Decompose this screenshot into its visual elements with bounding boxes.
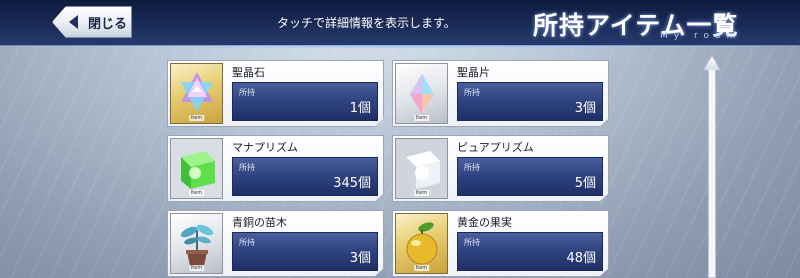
item-tag: Item — [413, 115, 430, 121]
header-bar: 閉じる タッチで詳細情報を表示します。 所持アイテム一覧 My room — [0, 0, 800, 48]
background-decoration — [720, 60, 800, 278]
quantity-value: 48個 — [566, 251, 596, 266]
close-button[interactable]: 閉じる — [52, 6, 132, 38]
quantity-bar: 所持 3個 — [232, 232, 378, 271]
mana-prism-icon: Item — [170, 138, 223, 199]
item-tag: Item — [413, 190, 430, 196]
saint-quartz-icon: Item — [170, 63, 223, 124]
quantity-bar: 所持 5個 — [457, 157, 603, 196]
item-name: 聖晶片 — [457, 66, 490, 79]
item-card-mana-prism[interactable]: Item マナプリズム 所持 345個 — [167, 135, 384, 202]
quantity-bar: 所持 1個 — [232, 82, 378, 121]
item-card-saint-quartz[interactable]: Item 聖晶石 所持 1個 — [167, 60, 384, 127]
touch-hint: タッチで詳細情報を表示します。 — [277, 16, 456, 30]
item-tag: Item — [413, 265, 430, 271]
item-name: ピュアプリズム — [457, 141, 534, 154]
item-tag: Item — [188, 115, 205, 121]
item-tag: Item — [188, 190, 205, 196]
quantity-label: 所持 — [239, 238, 255, 247]
quantity-bar: 所持 3個 — [457, 82, 603, 121]
item-card-bronze-sapling[interactable]: Item 青銅の苗木 所持 3個 — [167, 210, 384, 277]
quantity-value: 3個 — [574, 101, 596, 116]
item-tag: Item — [188, 265, 205, 271]
bronze-sapling-icon: Item — [170, 213, 223, 274]
item-name: マナプリズム — [232, 141, 298, 154]
golden-fruit-icon: Item — [395, 213, 448, 274]
quantity-label: 所持 — [239, 163, 255, 172]
quantity-value: 3個 — [349, 251, 371, 266]
item-card-pure-prism[interactable]: Item ピュアプリズム 所持 5個 — [392, 135, 609, 202]
quantity-label: 所持 — [239, 88, 255, 97]
item-name: 聖晶石 — [232, 66, 265, 79]
scrollbar-track[interactable] — [708, 60, 716, 278]
quantity-bar: 所持 345個 — [232, 157, 378, 196]
page-subtitle: My room — [660, 31, 742, 41]
scrollbar-thumb[interactable] — [704, 56, 720, 70]
item-name: 青銅の苗木 — [232, 216, 287, 229]
pure-prism-icon: Item — [395, 138, 448, 199]
item-card-quartz-fragment[interactable]: Item 聖晶片 所持 3個 — [392, 60, 609, 127]
item-name: 黄金の果実 — [457, 216, 512, 229]
quantity-label: 所持 — [464, 88, 480, 97]
quantity-bar: 所持 48個 — [457, 232, 603, 271]
quantity-value: 345個 — [333, 176, 371, 191]
quantity-label: 所持 — [464, 163, 480, 172]
quartz-fragment-icon: Item — [395, 63, 448, 124]
back-arrow-icon — [69, 15, 78, 29]
item-card-golden-fruit[interactable]: Item 黄金の果実 所持 48個 — [392, 210, 609, 277]
quantity-value: 5個 — [574, 176, 596, 191]
quantity-label: 所持 — [464, 238, 480, 247]
quantity-value: 1個 — [349, 101, 371, 116]
close-button-label: 閉じる — [88, 16, 128, 32]
